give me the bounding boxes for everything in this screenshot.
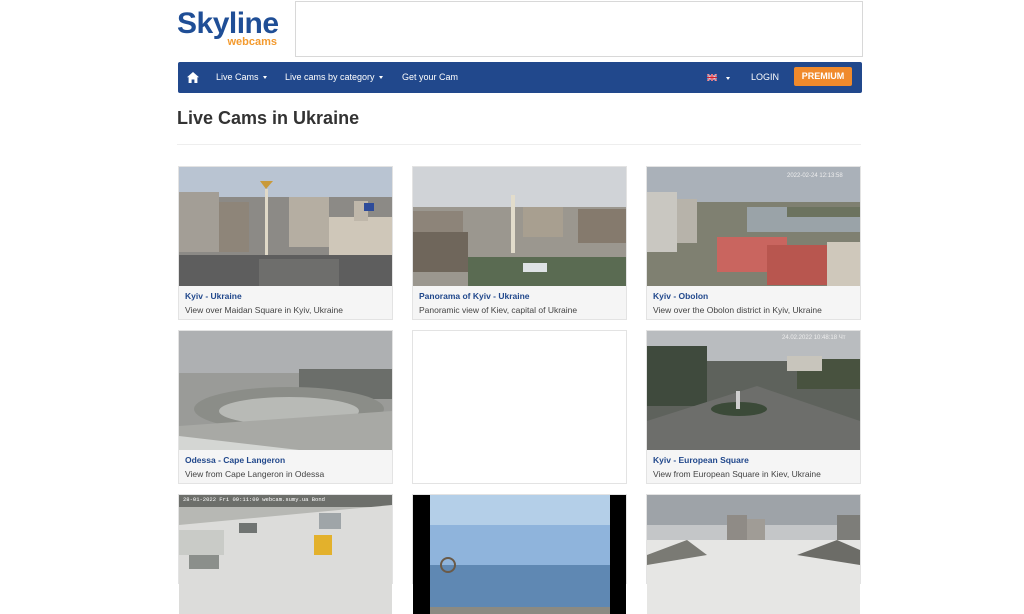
caret-down-icon [262, 76, 267, 80]
cam-thumbnail[interactable]: 24.02.2022 10:48:18 Чт [647, 331, 860, 450]
cam-description: View from European Square in Kiev, Ukrai… [653, 469, 821, 479]
login-link[interactable]: LOGIN [751, 62, 779, 93]
logo-text: Skyline [177, 7, 279, 40]
nav-by-category[interactable]: Live cams by category [285, 62, 383, 93]
cam-card-panorama-kyiv[interactable]: Panorama of Kyiv - Ukraine Panoramic vie… [412, 166, 627, 320]
cam-card-european-square[interactable]: 24.02.2022 10:48:18 Чт Kyiv - European S… [646, 330, 861, 484]
cam-thumbnail[interactable] [179, 167, 392, 286]
cam-card-winter-city[interactable] [646, 494, 861, 614]
site-logo[interactable]: Skyline webcams [177, 9, 283, 49]
cam-title[interactable]: Panorama of Kyiv - Ukraine [413, 286, 626, 301]
cam-card-seaside[interactable] [412, 494, 627, 614]
divider [177, 144, 861, 145]
cam-timestamp: 24.02.2022 10:48:18 Чт [782, 335, 846, 341]
cam-title[interactable]: Kyiv - European Square [647, 450, 860, 465]
cam-thumbnail[interactable]: 28-01-2022 Fri 09:11:09 webcam.sumy.ua B… [179, 495, 392, 614]
cam-thumbnail[interactable] [179, 331, 392, 450]
cam-description: View over the Obolon district in Kyiv, U… [653, 305, 822, 315]
cam-description: View over Maidan Square in Kyiv, Ukraine [185, 305, 343, 315]
nav-live-cams[interactable]: Live Cams [216, 62, 267, 93]
cam-thumbnail[interactable] [413, 495, 626, 614]
logo-subtext: webcams [227, 36, 277, 48]
uk-flag-icon[interactable] [707, 74, 717, 81]
cam-card-kyiv-ukraine[interactable]: Kyiv - Ukraine View over Maidan Square i… [178, 166, 393, 320]
cam-thumbnail[interactable] [647, 495, 860, 614]
cam-title[interactable]: Kyiv - Ukraine [179, 286, 392, 301]
nav-get-cam-label: Get your Cam [402, 72, 459, 82]
cam-timestamp: 28-01-2022 Fri 09:11:09 webcam.sumy.ua B… [183, 496, 325, 503]
cam-description: Panoramic view of Kiev, capital of Ukrai… [419, 305, 578, 315]
cam-card-placeholder [412, 330, 627, 484]
cam-card-sumy[interactable]: 28-01-2022 Fri 09:11:09 webcam.sumy.ua B… [178, 494, 393, 614]
nav-live-cams-label: Live Cams [216, 72, 259, 82]
main-navbar: Live Cams Live cams by category Get your… [178, 62, 862, 93]
cam-card-kyiv-obolon[interactable]: 2022-02-24 12:13:58 Kyiv - Obolon View o… [646, 166, 861, 320]
page-title: Live Cams in Ukraine [177, 108, 360, 128]
cam-timestamp: 2022-02-24 12:13:58 [787, 173, 843, 179]
cam-thumbnail[interactable] [413, 167, 626, 286]
cam-card-odessa-langeron[interactable]: Odessa - Cape Langeron View from Cape La… [178, 330, 393, 484]
ad-banner[interactable] [295, 1, 863, 57]
nav-by-category-label: Live cams by category [285, 72, 375, 82]
nav-get-cam[interactable]: Get your Cam [402, 62, 458, 93]
cam-description: View from Cape Langeron in Odessa [185, 469, 325, 479]
cam-thumbnail[interactable]: 2022-02-24 12:13:58 [647, 167, 860, 286]
caret-down-icon [378, 76, 383, 80]
premium-button[interactable]: PREMIUM [794, 67, 852, 86]
cam-title[interactable]: Kyiv - Obolon [647, 286, 860, 301]
cam-title[interactable]: Odessa - Cape Langeron [179, 450, 392, 465]
login-label: LOGIN [751, 72, 780, 82]
home-icon[interactable] [187, 72, 199, 83]
caret-down-icon[interactable] [726, 77, 730, 80]
